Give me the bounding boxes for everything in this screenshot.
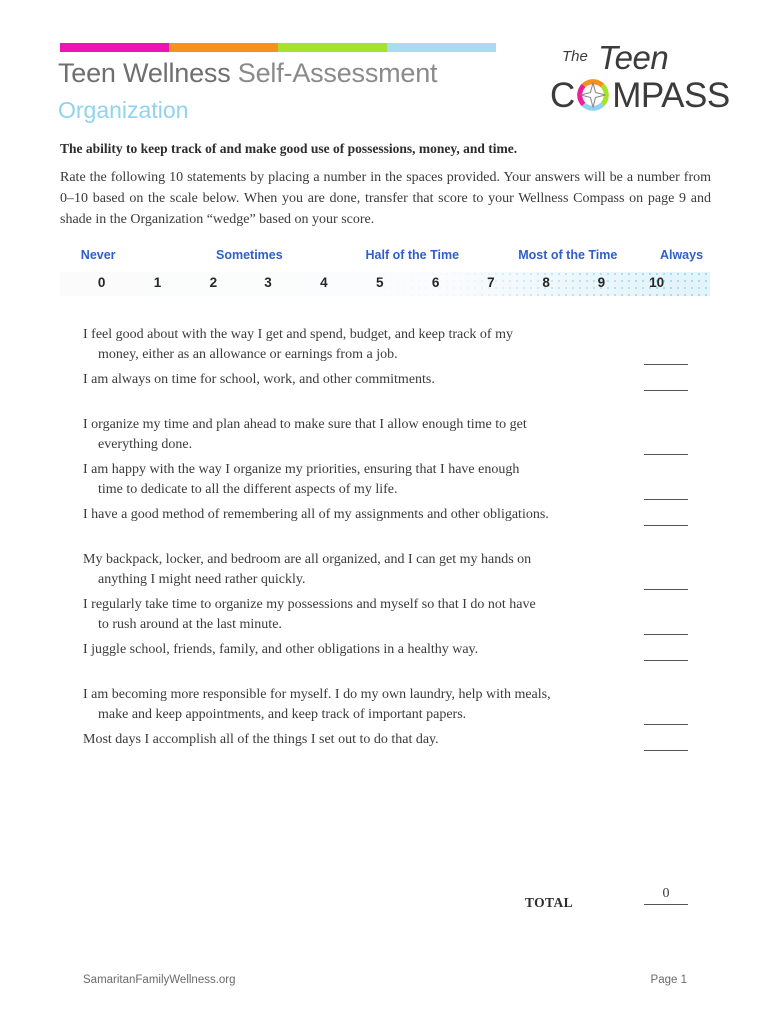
scale-number-5: 5 bbox=[376, 275, 384, 290]
instructions-paragraph: Rate the following 10 statements by plac… bbox=[60, 170, 711, 227]
statement-text: I feel good about with the way I get and… bbox=[83, 325, 603, 365]
answer-blank[interactable] bbox=[644, 454, 688, 455]
answer-blank[interactable] bbox=[644, 390, 688, 391]
colorbar-segment-orange bbox=[169, 43, 278, 52]
statement-text: Most days I accomplish all of the things… bbox=[83, 730, 603, 750]
colorbar-segment-magenta bbox=[60, 43, 169, 52]
scale-label-2: Half of the Time bbox=[365, 248, 460, 262]
logo-the-text: The bbox=[562, 48, 588, 65]
statement-line-1: I juggle school, friends, family, and ot… bbox=[83, 642, 479, 657]
answer-blank[interactable] bbox=[644, 634, 688, 635]
scale-numbers-row: 0 1 2 3 4 5 6 7 8 9 10 bbox=[60, 272, 710, 296]
logo-teen-text: Teen bbox=[598, 39, 669, 76]
total-row: TOTAL 0 bbox=[83, 886, 710, 918]
statement-line-2: to rush around at the last minute. bbox=[98, 617, 282, 632]
statement-line-1: I am happy with the way I organize my pr… bbox=[83, 462, 520, 477]
total-label: TOTAL bbox=[525, 895, 574, 910]
logo-mpass-text: MPASS bbox=[612, 75, 730, 115]
statement-text: I have a good method of remembering all … bbox=[83, 505, 603, 525]
total-value[interactable]: 0 bbox=[644, 886, 688, 905]
footer-page-number: Page 1 bbox=[650, 974, 687, 986]
statements-list: I feel good about with the way I get and… bbox=[83, 325, 710, 775]
scale-number-2: 2 bbox=[209, 275, 218, 290]
footer-website: SamaritanFamilyWellness.org bbox=[83, 974, 236, 986]
page-title: Teen Wellness Self-Assessment bbox=[58, 58, 438, 89]
statement-line-2: anything I might need rather quickly. bbox=[98, 572, 306, 587]
scale-label-1: Sometimes bbox=[216, 248, 283, 262]
statement-row: I feel good about with the way I get and… bbox=[83, 325, 710, 370]
statement-text: I regularly take time to organize my pos… bbox=[83, 595, 603, 635]
statement-line-2: make and keep appointments, and keep tra… bbox=[98, 707, 467, 722]
statement-row: I organize my time and plan ahead to mak… bbox=[83, 415, 710, 460]
answer-blank[interactable] bbox=[644, 589, 688, 590]
statement-line-1: I am becoming more responsible for mysel… bbox=[83, 687, 551, 702]
scale-number-7: 7 bbox=[487, 275, 495, 290]
rating-scale: Never Sometimes Half of the Time Most of th… bbox=[60, 248, 710, 296]
statement-line-2: everything done. bbox=[98, 437, 193, 452]
scale-number-8: 8 bbox=[542, 275, 550, 290]
statement-line-2: time to dedicate to all the different as… bbox=[98, 482, 398, 497]
page-title-part1: Teen Wellness bbox=[58, 58, 238, 88]
logo-compass-wordmark: C MPASS bbox=[550, 76, 730, 114]
document-page: Teen Wellness Self-Assessment Organizati… bbox=[0, 0, 770, 1024]
statement-row: I am becoming more responsible for mysel… bbox=[83, 685, 710, 730]
statement-text: My backpack, locker, and bedroom are all… bbox=[83, 550, 603, 590]
statement-line-2: money, either as an allowance or earning… bbox=[98, 347, 398, 362]
answer-blank[interactable] bbox=[644, 499, 688, 500]
answer-blank[interactable] bbox=[644, 660, 688, 661]
scale-number-0: 0 bbox=[97, 275, 106, 290]
scale-label-4: Always bbox=[659, 248, 704, 262]
scale-label-0: Never bbox=[80, 248, 116, 262]
statement-row: I am happy with the way I organize my pr… bbox=[83, 460, 710, 505]
statement-text: I am becoming more responsible for mysel… bbox=[83, 685, 603, 725]
colorbar-segment-green bbox=[278, 43, 387, 52]
page-title-part2: Self-Assessment bbox=[237, 58, 438, 88]
lead-definition: The ability to keep track of and make go… bbox=[60, 141, 518, 156]
scale-labels-row: Never Sometimes Half of the Time Most of th… bbox=[60, 248, 710, 268]
colorbar-segment-blue bbox=[387, 43, 496, 52]
scale-number-10: 10 bbox=[649, 275, 665, 290]
scale-label-3: Most of the Time bbox=[518, 248, 618, 262]
page-footer: SamaritanFamilyWellness.org Page 1 bbox=[83, 974, 687, 986]
statement-row: I have a good method of remembering all … bbox=[83, 505, 710, 550]
answer-blank[interactable] bbox=[644, 724, 688, 725]
statement-row: My backpack, locker, and bedroom are all… bbox=[83, 550, 710, 595]
teen-compass-logo: The Teen C MPASS bbox=[548, 38, 730, 118]
header-colorbar bbox=[60, 43, 496, 52]
answer-blank[interactable] bbox=[644, 525, 688, 526]
scale-number-6: 6 bbox=[431, 275, 440, 290]
statement-text: I organize my time and plan ahead to mak… bbox=[83, 415, 603, 455]
statement-text: I juggle school, friends, family, and ot… bbox=[83, 640, 603, 660]
statement-line-1: I organize my time and plan ahead to mak… bbox=[83, 417, 527, 432]
statement-text: I am always on time for school, work, an… bbox=[83, 370, 603, 390]
answer-blank[interactable] bbox=[644, 364, 688, 365]
statement-row: I regularly take time to organize my pos… bbox=[83, 595, 710, 640]
scale-number-4: 4 bbox=[320, 275, 328, 290]
scale-number-1: 1 bbox=[153, 275, 162, 290]
statement-line-1: I regularly take time to organize my pos… bbox=[83, 597, 536, 612]
statement-line-1: Most days I accomplish all of the things… bbox=[83, 732, 439, 747]
statement-line-1: I feel good about with the way I get and… bbox=[83, 327, 513, 342]
logo-letter-c: C bbox=[550, 75, 575, 115]
statement-row: I juggle school, friends, family, and ot… bbox=[83, 640, 710, 685]
statement-line-1: My backpack, locker, and bedroom are all… bbox=[83, 552, 532, 567]
statement-line-1: I am always on time for school, work, an… bbox=[83, 372, 435, 387]
statement-text: I am happy with the way I organize my pr… bbox=[83, 460, 603, 500]
answer-blank[interactable] bbox=[644, 750, 688, 751]
scale-number-9: 9 bbox=[597, 275, 606, 290]
statement-line-1: I have a good method of remembering all … bbox=[83, 507, 549, 522]
compass-rose-icon bbox=[577, 79, 610, 111]
page-subtitle: Organization bbox=[58, 97, 189, 123]
scale-number-3: 3 bbox=[264, 275, 272, 290]
statement-row: I am always on time for school, work, an… bbox=[83, 370, 710, 415]
statement-row: Most days I accomplish all of the things… bbox=[83, 730, 710, 775]
